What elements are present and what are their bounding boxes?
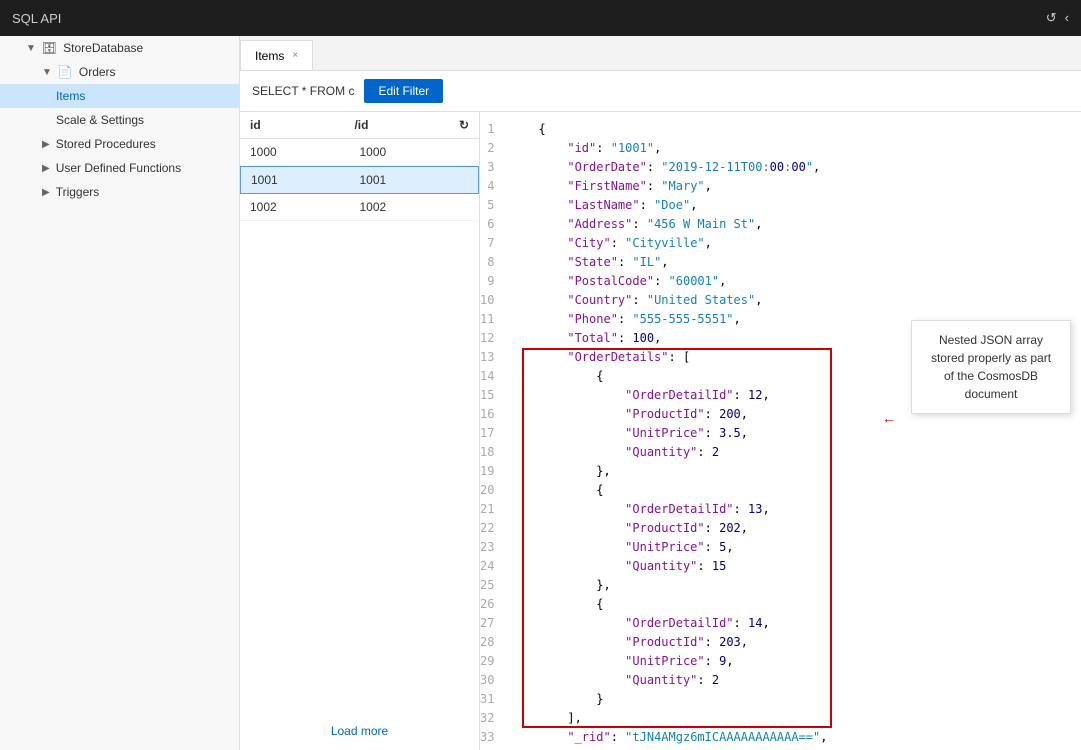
row-id: 1000	[250, 145, 360, 159]
tabs-bar: Items ×	[240, 36, 1081, 71]
edit-filter-button[interactable]: Edit Filter	[364, 79, 443, 103]
annotation-arrow: ←	[882, 410, 896, 426]
row-rid: 1001	[360, 173, 469, 187]
query-text: SELECT * FROM c	[252, 84, 354, 98]
sidebar-label-scale-settings: Scale & Settings	[56, 113, 144, 127]
sidebar-item-triggers[interactable]: ▶ Triggers	[0, 180, 239, 204]
sidebar-item-scale-settings[interactable]: Scale & Settings	[0, 108, 239, 132]
json-content: { "id": "1001", "OrderDate": "2019-12-11…	[538, 120, 1081, 750]
json-panel: 1234567891011121314151617181920212223242…	[480, 112, 1081, 750]
annotation-text: Nested JSON array stored properly as par…	[931, 333, 1051, 401]
sidebar-label-udf: User Defined Functions	[56, 161, 181, 175]
table-body: 1000 1000 1001 1001 1002 1002	[240, 139, 479, 712]
table-row[interactable]: 1002 1002	[240, 194, 479, 221]
table-header: id /id ↻	[240, 112, 479, 139]
sidebar-item-stored-procedures[interactable]: ▶ Stored Procedures	[0, 132, 239, 156]
row-id: 1001	[251, 173, 360, 187]
tab-items[interactable]: Items ×	[240, 40, 313, 70]
col-header-id: id	[250, 118, 354, 132]
row-rid: 1000	[360, 145, 470, 159]
table-row[interactable]: 1000 1000	[240, 139, 479, 166]
annotation-box: Nested JSON array stored properly as par…	[911, 320, 1071, 414]
row-id: 1002	[250, 200, 360, 214]
sidebar-label-storedatabase: StoreDatabase	[63, 41, 143, 55]
sidebar-item-storedatabase[interactable]: ▼ 🗄 StoreDatabase	[0, 36, 239, 60]
query-bar: SELECT * FROM c Edit Filter	[240, 71, 1081, 112]
sidebar-label-items: Items	[56, 89, 85, 103]
load-more-button[interactable]: Load more	[240, 712, 479, 750]
table-refresh-icon[interactable]: ↻	[459, 118, 469, 132]
refresh-header-icon[interactable]: ↺	[1046, 10, 1057, 26]
sidebar-item-udf[interactable]: ▶ User Defined Functions	[0, 156, 239, 180]
database-icon: 🗄	[42, 41, 57, 55]
table-panel: id /id ↻ 1000 1000 1001 1001	[240, 112, 480, 750]
tab-close-icon[interactable]: ×	[292, 50, 298, 61]
expand-icon-udf: ▶	[42, 163, 50, 174]
line-numbers: 1234567891011121314151617181920212223242…	[480, 120, 502, 750]
table-row[interactable]: 1001 1001	[240, 166, 479, 194]
sidebar: ▼ 🗄 StoreDatabase ▼ 📄 Orders Items Scale…	[0, 36, 240, 750]
row-rid: 1002	[360, 200, 470, 214]
collapse-header-icon[interactable]: ‹	[1065, 10, 1069, 26]
expand-icon-triggers: ▶	[42, 187, 50, 198]
sidebar-label-stored-procedures: Stored Procedures	[56, 137, 156, 151]
sidebar-item-orders[interactable]: ▼ 📄 Orders	[0, 60, 239, 84]
sidebar-label-triggers: Triggers	[56, 185, 100, 199]
app-title: SQL API	[12, 11, 61, 26]
expand-icon-sp: ▶	[42, 139, 50, 150]
sidebar-label-orders: Orders	[79, 65, 116, 79]
expand-icon-orders: ▼	[42, 67, 52, 78]
folder-icon-orders: 📄	[58, 65, 73, 79]
col-header-rid: /id	[354, 118, 458, 132]
expand-icon: ▼	[26, 43, 36, 54]
sidebar-item-items[interactable]: Items	[0, 84, 239, 108]
tab-label: Items	[255, 49, 284, 63]
